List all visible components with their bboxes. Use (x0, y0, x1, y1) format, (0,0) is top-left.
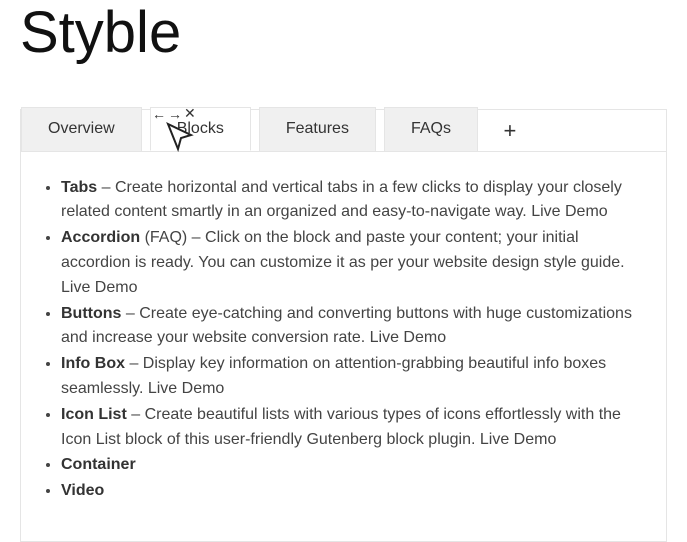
list-item: Tabs – Create horizontal and vertical ta… (61, 176, 648, 226)
item-title: Container (61, 456, 136, 473)
item-desc: – Create eye-catching and converting but… (61, 305, 632, 347)
tab-content-blocks: Tabs – Create horizontal and vertical ta… (21, 151, 666, 541)
list-item: Video (61, 479, 648, 504)
item-desc: – Create horizontal and vertical tabs in… (61, 179, 622, 221)
item-desc: (FAQ) – Click on the block and paste you… (61, 229, 625, 296)
list-item: Accordion (FAQ) – Click on the block and… (61, 226, 648, 300)
item-title: Video (61, 482, 104, 499)
item-title: Accordion (61, 229, 140, 246)
item-desc: – Create beautiful lists with various ty… (61, 406, 621, 448)
item-title: Tabs (61, 179, 97, 196)
list-item: Info Box – Display key information on at… (61, 352, 648, 402)
item-title: Icon List (61, 406, 127, 423)
tab-blocks[interactable]: Blocks (150, 107, 251, 151)
tab-features[interactable]: Features (259, 107, 376, 151)
tab-overview[interactable]: Overview (21, 107, 142, 151)
list-item: Container (61, 453, 648, 478)
item-desc: – Display key information on attention-g… (61, 355, 606, 397)
item-title: Info Box (61, 355, 125, 372)
page-title: Styble (0, 0, 687, 67)
item-title: Buttons (61, 305, 121, 322)
list-item: Buttons – Create eye-catching and conver… (61, 302, 648, 352)
tab-faqs[interactable]: FAQs (384, 107, 478, 151)
tabs-bar: Overview Blocks Features FAQs + (21, 110, 666, 152)
list-item: Icon List – Create beautiful lists with … (61, 403, 648, 453)
tabs-block: Overview Blocks Features FAQs + Tabs – C… (20, 109, 667, 542)
add-tab-button[interactable]: + (486, 110, 534, 152)
blocks-list: Tabs – Create horizontal and vertical ta… (39, 176, 648, 504)
